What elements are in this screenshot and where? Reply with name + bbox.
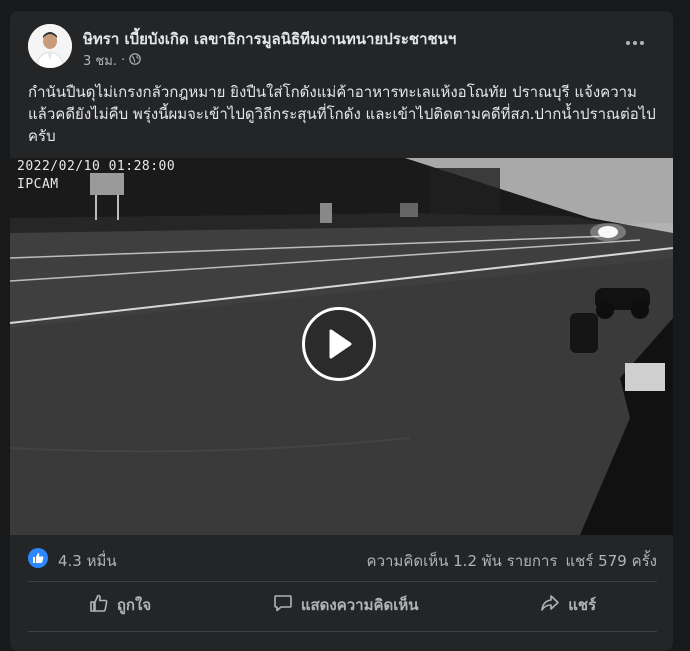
post-meta: 3 ชม. · (83, 50, 141, 71)
post-stats: 4.3 หมื่น ความคิดเห็น 1.2 พัน รายการ แชร… (28, 546, 657, 570)
comment-icon (273, 593, 293, 617)
share-button[interactable]: แชร์ (520, 587, 616, 623)
more-options-icon[interactable] (617, 33, 653, 53)
video-player[interactable]: 2022/02/10 01:28:00 IPCAM (10, 158, 673, 535)
divider (28, 631, 657, 632)
like-reaction-icon[interactable] (28, 548, 48, 568)
thumbs-up-icon (89, 593, 109, 617)
comment-button[interactable]: แสดงความคิดเห็น (253, 587, 439, 623)
post-author[interactable]: ษิทรา เบี้ยบังเกิด เลขาธิการมูลนิธิทีมงา… (83, 27, 456, 51)
camera-label: IPCAM (17, 177, 59, 192)
play-icon[interactable] (302, 307, 376, 381)
share-count[interactable]: แชร์ 579 ครั้ง (566, 549, 658, 573)
avatar[interactable] (28, 24, 72, 68)
reaction-count[interactable]: 4.3 หมื่น (58, 549, 117, 573)
meta-separator: · (120, 53, 126, 68)
comment-label: แสดงความคิดเห็น (300, 596, 419, 614)
action-bar: ถูกใจ แสดงความคิดเห็น แชร์ (28, 587, 657, 623)
video-timestamp: 2022/02/10 01:28:00 (17, 159, 176, 174)
comment-count[interactable]: ความคิดเห็น 1.2 พัน รายการ (367, 549, 558, 573)
share-icon (540, 593, 560, 617)
post-time[interactable]: 3 ชม. (83, 50, 117, 71)
post-text: กำนันปืนดุไม่เกรงกลัวกฎหมาย ยิงปืนใส่โกด… (28, 83, 656, 145)
share-label: แชร์ (568, 596, 597, 614)
divider (28, 581, 657, 582)
globe-icon (129, 52, 141, 69)
post-card: ษิทรา เบี้ยบังเกิด เลขาธิการมูลนิธิทีมงา… (10, 11, 673, 651)
like-label: ถูกใจ (116, 596, 152, 614)
like-button[interactable]: ถูกใจ (69, 587, 171, 623)
